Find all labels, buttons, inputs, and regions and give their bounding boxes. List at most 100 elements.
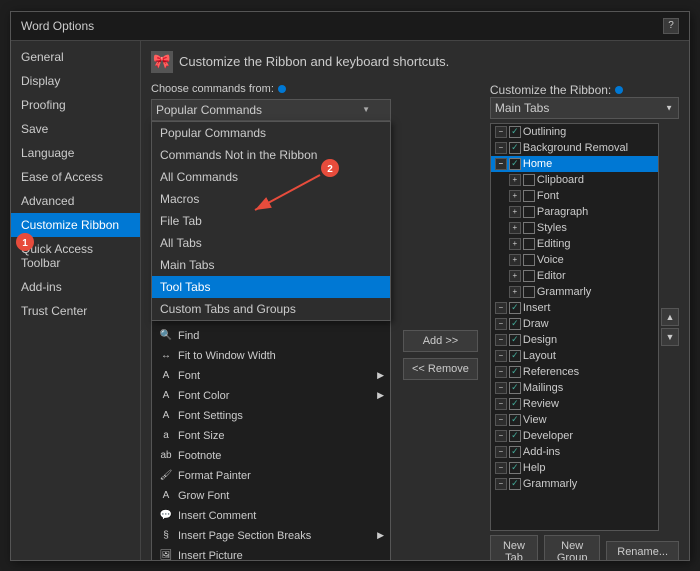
expand-bg-removal[interactable]: − (495, 142, 507, 154)
tree-insert[interactable]: − Insert (491, 300, 658, 316)
check-editor[interactable] (523, 270, 535, 282)
add-button[interactable]: Add >> (403, 330, 478, 352)
check-home[interactable] (509, 158, 521, 170)
check-add-ins[interactable] (509, 446, 521, 458)
cmd-grow-font[interactable]: A Grow Font (152, 486, 390, 506)
expand-draw[interactable]: − (495, 318, 507, 330)
tree-help[interactable]: − Help (491, 460, 658, 476)
tree-review[interactable]: − Review (491, 396, 658, 412)
check-mailings[interactable] (509, 382, 521, 394)
sidebar-item-add-ins[interactable]: Add-ins (11, 275, 140, 299)
expand-review[interactable]: − (495, 398, 507, 410)
dropdown-item-all-tabs[interactable]: All Tabs (152, 232, 390, 254)
dropdown-item-main-tabs[interactable]: Main Tabs (152, 254, 390, 276)
check-voice[interactable] (523, 254, 535, 266)
expand-layout[interactable]: − (495, 350, 507, 362)
tree-grammarly-home[interactable]: + Grammarly (491, 284, 658, 300)
commands-dropdown[interactable]: Popular Commands (151, 99, 391, 121)
expand-outlining[interactable]: − (495, 126, 507, 138)
check-bg-removal[interactable] (509, 142, 521, 154)
check-developer[interactable] (509, 430, 521, 442)
dropdown-item-popular[interactable]: Popular Commands (152, 122, 390, 144)
expand-developer[interactable]: − (495, 430, 507, 442)
ribbon-dropdown[interactable]: Main Tabs Tool Tabs All Tabs (490, 97, 679, 119)
tree-add-ins[interactable]: − Add-ins (491, 444, 658, 460)
tree-styles[interactable]: + Styles (491, 220, 658, 236)
cmd-footnote[interactable]: ab Footnote (152, 446, 390, 466)
expand-editing[interactable]: + (509, 238, 521, 250)
rename-button[interactable]: Rename... (606, 541, 679, 560)
check-styles[interactable] (523, 222, 535, 234)
expand-home[interactable]: − (495, 158, 507, 170)
cmd-insert-page-breaks[interactable]: § Insert Page Section Breaks ▶ (152, 526, 390, 546)
remove-button[interactable]: << Remove (403, 358, 478, 380)
tree-outlining[interactable]: − Outlining (491, 124, 658, 140)
cmd-find[interactable]: 🔍 Find (152, 326, 390, 346)
check-design[interactable] (509, 334, 521, 346)
tree-background-removal[interactable]: − Background Removal (491, 140, 658, 156)
dropdown-item-tool-tabs[interactable]: Tool Tabs (152, 276, 390, 298)
check-view[interactable] (509, 414, 521, 426)
tree-grammarly[interactable]: − Grammarly (491, 476, 658, 492)
expand-styles[interactable]: + (509, 222, 521, 234)
tree-design[interactable]: − Design (491, 332, 658, 348)
cmd-font-size[interactable]: a Font Size (152, 426, 390, 446)
cmd-insert-picture[interactable]: 🖼 Insert Picture (152, 546, 390, 560)
scroll-up-button[interactable]: ▲ (661, 308, 679, 326)
expand-mailings[interactable]: − (495, 382, 507, 394)
expand-editor[interactable]: + (509, 270, 521, 282)
tree-developer[interactable]: − Developer (491, 428, 658, 444)
tree-editing[interactable]: + Editing (491, 236, 658, 252)
tree-draw[interactable]: − Draw (491, 316, 658, 332)
sidebar-item-save[interactable]: Save (11, 117, 140, 141)
tree-mailings[interactable]: − Mailings (491, 380, 658, 396)
expand-grammarly-home[interactable]: + (509, 286, 521, 298)
expand-grammarly[interactable]: − (495, 478, 507, 490)
dropdown-item-not-in-ribbon[interactable]: Commands Not in the Ribbon (152, 144, 390, 166)
dropdown-item-all-commands[interactable]: All Commands (152, 166, 390, 188)
sidebar-item-language[interactable]: Language (11, 141, 140, 165)
cmd-font-settings[interactable]: A Font Settings (152, 406, 390, 426)
sidebar-item-quick-access-toolbar[interactable]: Quick Access Toolbar (11, 237, 140, 275)
scroll-down-button[interactable]: ▼ (661, 328, 679, 346)
check-draw[interactable] (509, 318, 521, 330)
new-tab-button[interactable]: New Tab (490, 535, 538, 560)
expand-design[interactable]: − (495, 334, 507, 346)
expand-references[interactable]: − (495, 366, 507, 378)
check-insert[interactable] (509, 302, 521, 314)
check-grammarly-home[interactable] (523, 286, 535, 298)
expand-font[interactable]: + (509, 190, 521, 202)
check-outlining[interactable] (509, 126, 521, 138)
check-font[interactable] (523, 190, 535, 202)
tree-voice[interactable]: + Voice (491, 252, 658, 268)
sidebar-item-general[interactable]: General (11, 45, 140, 69)
check-help[interactable] (509, 462, 521, 474)
tree-font[interactable]: + Font (491, 188, 658, 204)
expand-voice[interactable]: + (509, 254, 521, 266)
check-layout[interactable] (509, 350, 521, 362)
tree-paragraph[interactable]: + Paragraph (491, 204, 658, 220)
sidebar-item-proofing[interactable]: Proofing (11, 93, 140, 117)
check-review[interactable] (509, 398, 521, 410)
cmd-format-painter[interactable]: 🖌 Format Painter (152, 466, 390, 486)
tree-layout[interactable]: − Layout (491, 348, 658, 364)
expand-paragraph[interactable]: + (509, 206, 521, 218)
sidebar-item-customize-ribbon[interactable]: Customize Ribbon (11, 213, 140, 237)
check-references[interactable] (509, 366, 521, 378)
tree-references[interactable]: − References (491, 364, 658, 380)
expand-view[interactable]: − (495, 414, 507, 426)
cmd-fit-window[interactable]: ↔ Fit to Window Width (152, 346, 390, 366)
sidebar-item-advanced[interactable]: Advanced (11, 189, 140, 213)
ribbon-tree[interactable]: − Outlining − Background Removal − (490, 123, 659, 531)
check-paragraph[interactable] (523, 206, 535, 218)
sidebar-item-display[interactable]: Display (11, 69, 140, 93)
check-clipboard[interactable] (523, 174, 535, 186)
expand-insert[interactable]: − (495, 302, 507, 314)
tree-home[interactable]: − Home (491, 156, 658, 172)
new-group-button[interactable]: New Group (544, 535, 600, 560)
cmd-font[interactable]: A Font ▶ (152, 366, 390, 386)
expand-help[interactable]: − (495, 462, 507, 474)
dropdown-item-macros[interactable]: Macros (152, 188, 390, 210)
sidebar-item-trust-center[interactable]: Trust Center (11, 299, 140, 323)
cmd-font-color[interactable]: A Font Color ▶ (152, 386, 390, 406)
